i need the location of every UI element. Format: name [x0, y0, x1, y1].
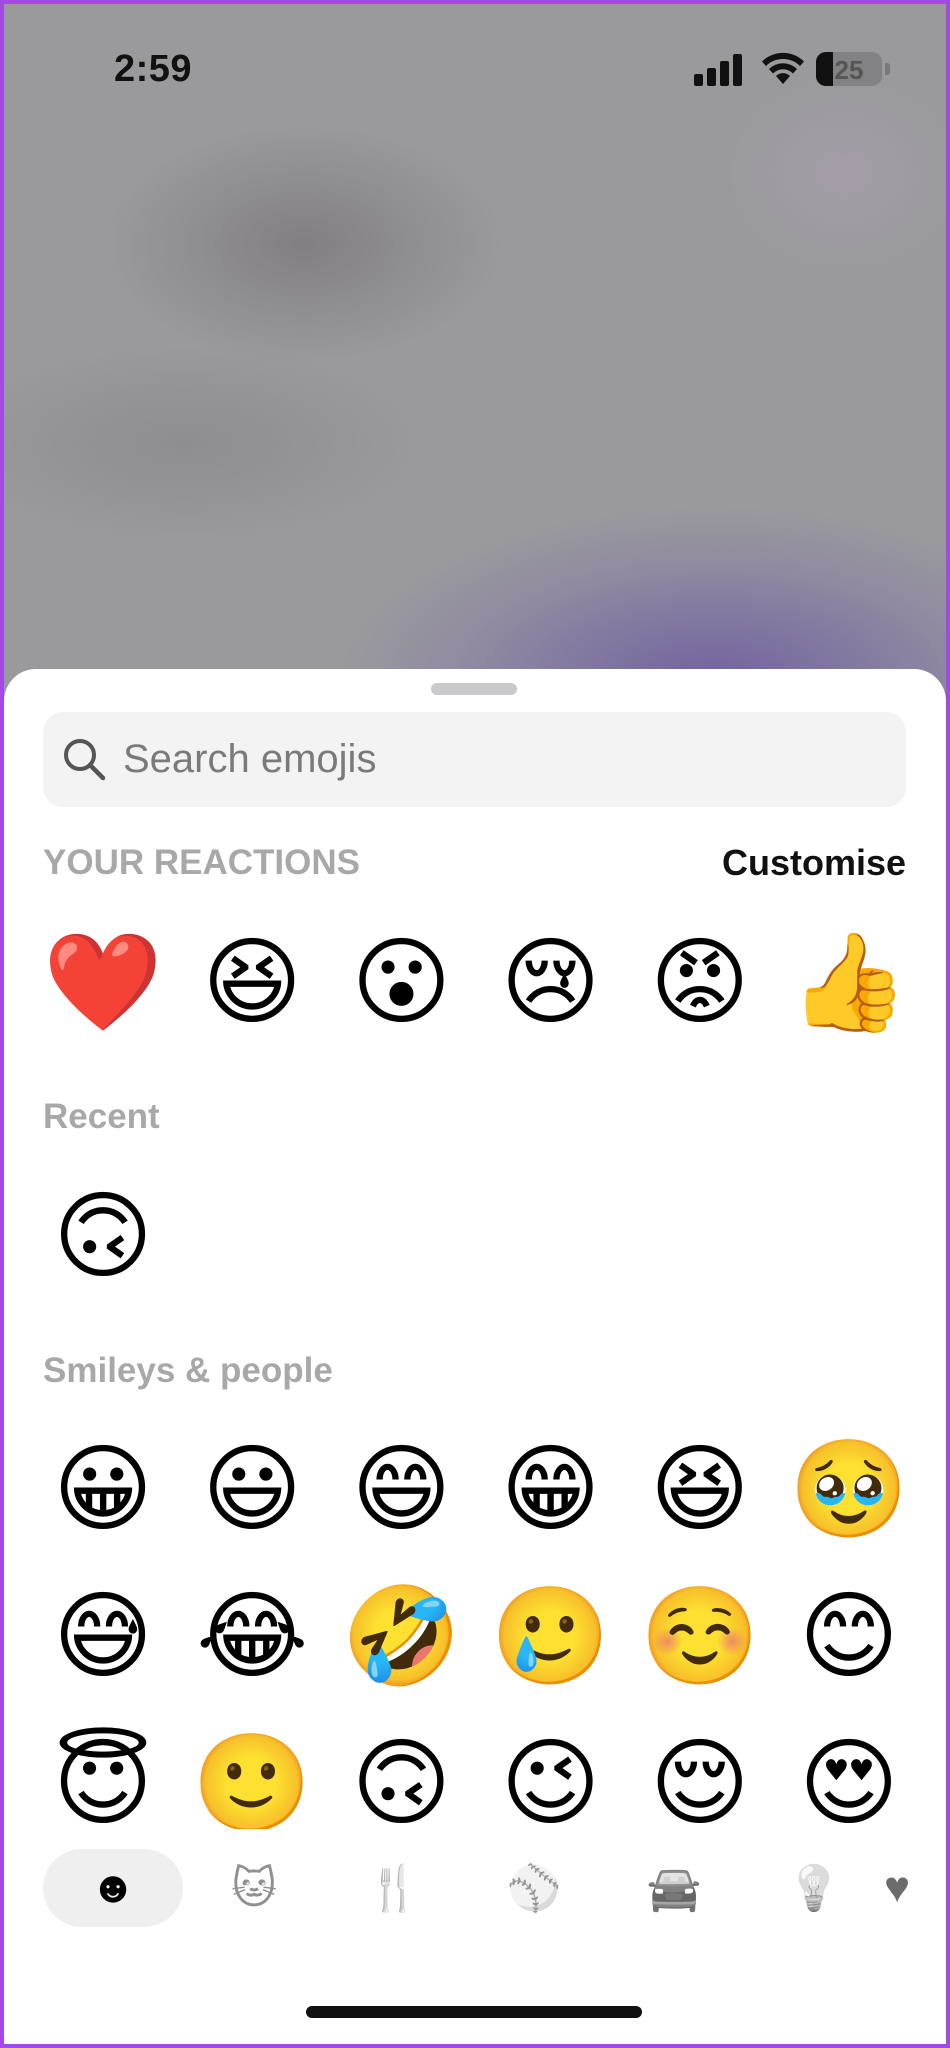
objects-icon: 💡: [786, 1864, 842, 1913]
recent-row: 🙃: [43, 1176, 909, 1296]
tab-symbols[interactable]: ♥: [884, 1849, 946, 1927]
home-indicator[interactable]: [306, 2006, 642, 2018]
emoji-cell[interactable]: 😂: [192, 1576, 312, 1696]
tab-animals[interactable]: 🐱: [184, 1849, 324, 1927]
emoji-picker-sheet: YOUR REACTIONS Customise ❤️ 😆 😮 😢 😡 👍 Re…: [4, 669, 946, 2044]
smileys-row: 😇 🙂 🙃 😉 😌 😍: [43, 1723, 909, 1829]
emoji-cell[interactable]: 🥹: [789, 1429, 909, 1549]
emoji-cell[interactable]: 🙂: [192, 1723, 312, 1829]
emoji-cell[interactable]: 🙃: [341, 1723, 461, 1829]
emoji-cell[interactable]: 🙃: [43, 1176, 163, 1296]
emoji-cell[interactable]: 😉: [491, 1723, 611, 1829]
emoji-cell[interactable]: 😊: [789, 1576, 909, 1696]
emoji-cell[interactable]: 🤣: [341, 1576, 462, 1696]
reactions-section-title: YOUR REACTIONS: [43, 843, 360, 882]
cellular-signal-icon: [694, 54, 744, 86]
symbols-icon: ♥: [884, 1863, 911, 1912]
tab-travel[interactable]: 🚘: [604, 1849, 744, 1927]
tab-objects[interactable]: 💡: [744, 1849, 884, 1927]
emoji-cell[interactable]: 😀: [43, 1429, 163, 1549]
animal-icon: 🐱: [231, 1863, 277, 1913]
smiley-icon: ☻: [89, 1863, 137, 1912]
emoji-cell[interactable]: 😌: [640, 1723, 760, 1829]
wifi-icon: [762, 52, 804, 84]
status-time: 2:59: [114, 48, 193, 90]
reaction-laughing[interactable]: 😆: [192, 922, 312, 1042]
tab-smileys[interactable]: ☻: [43, 1849, 183, 1927]
emoji-cell[interactable]: 😍: [789, 1723, 909, 1829]
battery-cap: [885, 63, 890, 75]
reaction-surprised[interactable]: 😮: [341, 922, 461, 1042]
emoji-cell[interactable]: 😃: [192, 1429, 312, 1549]
reaction-crying[interactable]: 😢: [491, 922, 611, 1042]
emoji-cell[interactable]: 😅: [43, 1576, 163, 1696]
battery-percentage: 25: [834, 55, 864, 85]
emoji-cell[interactable]: 😁: [491, 1429, 611, 1549]
tab-activity[interactable]: ⚾: [464, 1849, 604, 1927]
emoji-category-tabbar: ☻ 🐱 🍴 ⚾ 🚘 💡 ♥: [4, 1849, 946, 1959]
battery-icon: 25: [816, 52, 882, 86]
smileys-row: 😅 😂 🤣 🥲 ☺️ 😊: [43, 1576, 909, 1696]
smileys-section-title: Smileys & people: [43, 1351, 333, 1390]
smileys-row: 😀 😃 😄 😁 😆 🥹: [43, 1429, 909, 1549]
emoji-cell[interactable]: ☺️: [640, 1576, 760, 1696]
travel-icon: 🚘: [646, 1864, 702, 1913]
emoji-cell[interactable]: 😆: [640, 1429, 760, 1549]
screen: 2:59 25 YOUR REACTIONS: [4, 4, 946, 2044]
recent-section-title: Recent: [43, 1097, 160, 1136]
emoji-cell[interactable]: 😇: [43, 1723, 163, 1829]
background-blur: [104, 124, 504, 364]
status-bar: 2:59 25: [4, 4, 946, 134]
emoji-scroll-area[interactable]: YOUR REACTIONS Customise ❤️ 😆 😮 😢 😡 👍 Re…: [4, 669, 946, 1829]
reactions-row: ❤️ 😆 😮 😢 😡 👍: [43, 922, 909, 1042]
reaction-angry[interactable]: 😡: [640, 922, 760, 1042]
background-blur: [4, 344, 424, 544]
emoji-cell[interactable]: 🥲: [491, 1576, 611, 1696]
emoji-cell[interactable]: 😄: [341, 1429, 461, 1549]
customise-button[interactable]: Customise: [722, 842, 906, 884]
food-icon: 🍴: [366, 1864, 422, 1913]
reaction-heart[interactable]: ❤️: [43, 922, 163, 1042]
tab-food[interactable]: 🍴: [324, 1849, 464, 1927]
reaction-thumbs-up[interactable]: 👍: [789, 922, 909, 1042]
activity-icon: ⚾: [506, 1864, 562, 1913]
